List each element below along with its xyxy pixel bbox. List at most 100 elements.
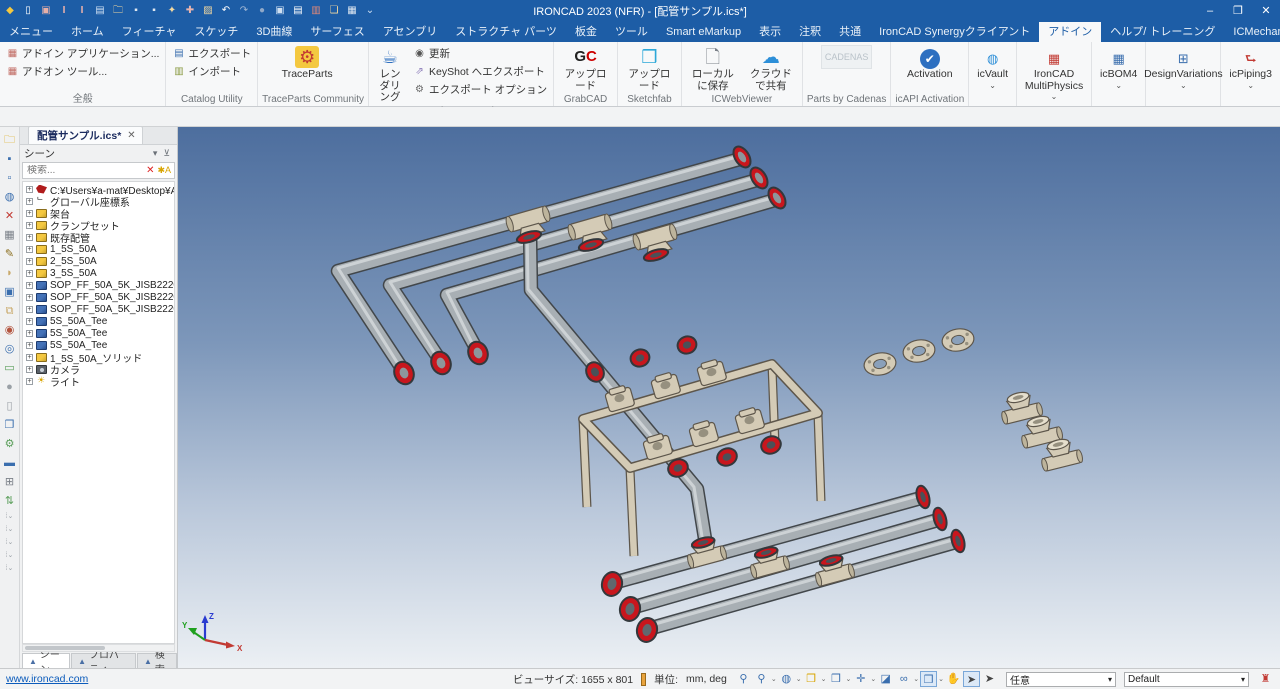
table-icon[interactable] <box>3 228 17 242</box>
tree-expander-icon[interactable]: + <box>26 317 33 325</box>
flange-gasket-ring[interactable] <box>675 334 699 356</box>
sphere-icon[interactable] <box>3 380 17 394</box>
save-as-icon[interactable] <box>147 4 161 18</box>
scene-tree-item[interactable]: + クランプセット <box>23 219 174 233</box>
catalog-icon[interactable] <box>3 247 17 261</box>
pin-small-icon[interactable] <box>183 4 197 18</box>
scene-tree-item[interactable]: + SOP_FF_50A_5K_JISB2220 <box>23 279 174 291</box>
panel-tab[interactable]: ▲ プロパティ <box>71 650 136 676</box>
perspective-icon[interactable]: ◪ <box>877 671 894 687</box>
ribbon-tab[interactable]: 共通 <box>830 22 870 42</box>
ribbon-tab[interactable]: メニュー <box>0 22 62 42</box>
loose-flange[interactable] <box>901 337 936 364</box>
collapsed-toolbar-icon[interactable]: ⁞⌄ <box>6 526 14 534</box>
keyshot-options-button[interactable]: エクスポート オプション <box>411 81 549 98</box>
addin-applications-button[interactable]: アドイン アプリケーション... <box>4 45 161 62</box>
beam-part-icon[interactable] <box>57 4 71 18</box>
save-icon[interactable] <box>3 152 17 166</box>
tree-expander-icon[interactable]: + <box>26 341 33 349</box>
viewport-3d[interactable]: Z Y X <box>178 127 1280 668</box>
keyshot-render-button[interactable]: レンダリング <box>373 44 407 105</box>
ribbon-tab[interactable]: サーフェス <box>301 22 373 42</box>
scene-tree-item[interactable]: + グローバル座標系 <box>23 195 174 209</box>
units-value[interactable]: mm, deg <box>686 673 727 685</box>
share-cloud-button[interactable]: クラウドで共有 <box>744 44 798 93</box>
scene-tree-item[interactable]: + 3_5S_50A <box>23 267 174 279</box>
scene-tree-item[interactable]: + SOP_FF_50A_5K_JISB2220 <box>23 303 174 315</box>
flange-gasket-ring[interactable] <box>759 433 784 456</box>
tree-expander-icon[interactable]: + <box>26 245 33 253</box>
render-small-icon[interactable] <box>165 4 179 18</box>
scene-tree-item[interactable]: + 1_5S_50A <box>23 243 174 255</box>
camera-view-icon[interactable]: ◍ <box>778 671 795 687</box>
tree-expander-icon[interactable]: + <box>26 209 33 217</box>
shell-icon[interactable] <box>3 266 17 280</box>
doc-tab-close-icon[interactable]: ✕ <box>127 130 135 141</box>
alt-cursor-icon[interactable]: ➤ <box>981 671 998 687</box>
keyshot-update-button[interactable]: 更新 <box>411 45 549 62</box>
tree-expander-icon[interactable]: + <box>26 329 33 337</box>
ribbon-tab[interactable]: フィーチャ <box>113 22 186 42</box>
scene-tree-item[interactable]: + 既存配管 <box>23 231 174 245</box>
keyshot-export-button[interactable]: KeyShot へエクスポート <box>411 63 549 80</box>
tree-expander-icon[interactable]: + <box>26 197 33 205</box>
minimize-button[interactable]: – <box>1196 0 1224 22</box>
ribbon-tab[interactable]: 表示 <box>750 22 790 42</box>
collapsed-toolbar-icon[interactable]: ⁞⌄ <box>6 539 14 547</box>
scene-tree-item[interactable]: + SOP_FF_50A_5K_JISB2220 <box>23 291 174 303</box>
open-folder-icon[interactable] <box>111 4 125 18</box>
ribbon-tab[interactable]: ICMechanical <box>1224 22 1280 42</box>
window-qat-icon[interactable] <box>273 4 287 18</box>
zoom-in-icon[interactable]: ⚲ <box>735 671 752 687</box>
catalog-small-icon[interactable] <box>201 4 215 18</box>
viewport-3d-scene[interactable]: Z Y X <box>178 127 1280 668</box>
save-icon[interactable] <box>129 4 143 18</box>
window2-icon[interactable] <box>3 418 17 432</box>
look-at-icon[interactable]: ✛ <box>852 671 869 687</box>
close-button[interactable]: ✕ <box>1252 0 1280 22</box>
tree-expander-icon[interactable]: + <box>26 233 33 241</box>
collapsed-toolbar-icon[interactable]: ⁞⌄ <box>6 552 14 560</box>
list-qat-icon[interactable] <box>291 4 305 18</box>
ribbon-tab[interactable]: ヘルプ/ トレーニング <box>1101 22 1224 42</box>
traceparts-button[interactable]: TraceParts <box>278 44 337 82</box>
tree-expander-icon[interactable]: + <box>26 377 33 385</box>
scene-tree-item[interactable]: + 1_5S_50A_ソリッド <box>23 351 174 365</box>
page-icon[interactable] <box>3 399 17 413</box>
copy-qat-icon[interactable] <box>327 4 341 18</box>
collapsed-toolbar-icon[interactable]: ⁞⌄ <box>6 513 14 521</box>
catalog-export-button[interactable]: エクスポート <box>170 45 253 62</box>
ribbon-tab[interactable]: 3D曲線 <box>247 22 301 42</box>
browse-icon[interactable] <box>93 4 107 18</box>
sphere-qat-icon[interactable] <box>255 4 269 18</box>
view-orientation-icon[interactable]: ❒ <box>828 671 845 687</box>
scene-tree-item[interactable]: + 5S_50A_Tee <box>23 327 174 339</box>
save-local-button[interactable]: ローカルに保存 <box>686 44 740 93</box>
zoom-window-icon[interactable]: ⚲ <box>753 671 770 687</box>
loose-flange[interactable] <box>862 350 897 377</box>
flange-gasket-ring[interactable] <box>715 445 740 468</box>
ribbon-tab[interactable]: Smart eMarkup <box>657 22 750 42</box>
icpiping-dropdown[interactable]: icPiping3⌄ <box>1225 44 1276 91</box>
ribbon-tab[interactable]: アセンブリ <box>374 22 446 42</box>
panel-tab[interactable]: ▲ 検索 <box>136 650 177 676</box>
redo-icon[interactable] <box>237 4 251 18</box>
ribbon-tab[interactable]: ホーム <box>62 22 113 42</box>
scene-icon[interactable] <box>3 209 17 223</box>
new-scene-icon[interactable] <box>21 4 35 18</box>
ironcad-logo-icon[interactable] <box>3 4 17 18</box>
render-style-combo[interactable]: Default ▾ <box>1124 671 1249 687</box>
folder-icon[interactable] <box>3 133 17 147</box>
table-qat-icon[interactable] <box>345 4 359 18</box>
scene-tree-item[interactable]: + ライト <box>23 375 174 389</box>
render-mode-icon[interactable]: ❒ <box>920 671 938 687</box>
open-scene-icon[interactable] <box>39 4 53 18</box>
undo-icon[interactable] <box>219 4 233 18</box>
window-icon[interactable] <box>3 285 17 299</box>
sort-icon[interactable] <box>3 494 17 508</box>
fit-scene-icon[interactable]: ❒ <box>803 671 820 687</box>
gears-icon[interactable] <box>3 437 17 451</box>
sketchfab-upload-button[interactable]: アップロード <box>622 44 677 93</box>
ribbon-tab[interactable]: ストラクチャ パーツ <box>446 22 566 42</box>
activation-button[interactable]: Activation <box>903 44 957 82</box>
